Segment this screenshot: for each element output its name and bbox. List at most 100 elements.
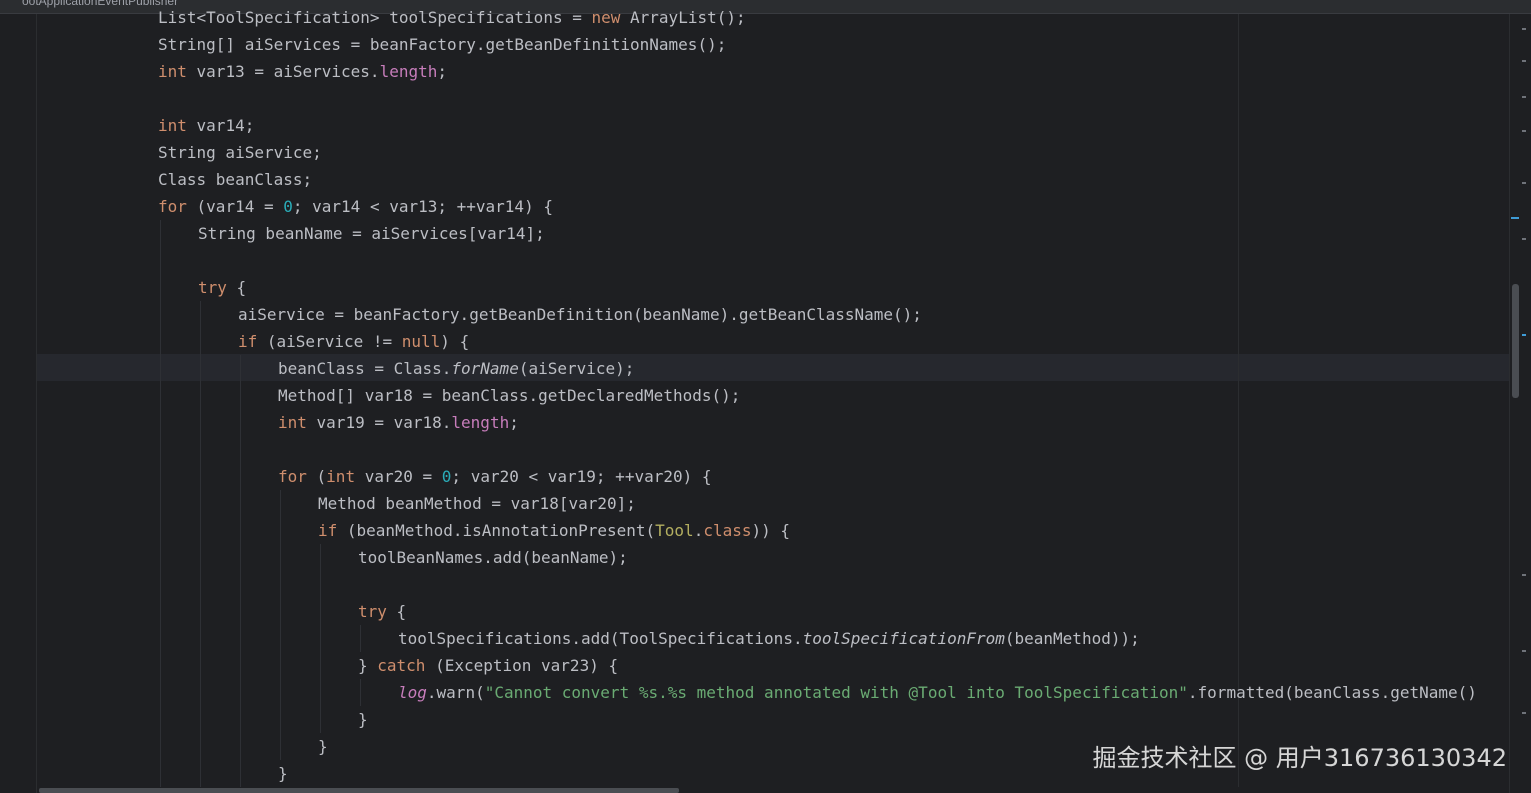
code-token: ; [437, 62, 447, 81]
code-line[interactable]: int var19 = var18.length; [278, 409, 519, 436]
code-token: toolSpecifications.add(ToolSpecification… [398, 629, 803, 648]
code-token: var14; [186, 116, 255, 135]
code-editor[interactable]: List<ToolSpecification> toolSpecificatio… [37, 0, 1509, 793]
code-token: var13 = aiServices. [186, 62, 380, 81]
code-token: null [401, 332, 441, 351]
code-token: (aiService); [518, 359, 635, 378]
code-line[interactable]: toolBeanNames.add(beanName); [358, 544, 628, 571]
code-line[interactable]: List<ToolSpecification> toolSpecificatio… [158, 4, 746, 31]
ide-window: ootApplicationEventPublisher List<ToolSp… [0, 0, 1531, 793]
code-token: .warn( [426, 683, 485, 702]
code-token: List<ToolSpecification> toolSpecificatio… [158, 8, 592, 27]
code-token: beanClass = Class. [278, 359, 452, 378]
indent-guide [280, 490, 281, 760]
code-token: } [318, 737, 328, 756]
indent-guide [360, 625, 361, 652]
code-line[interactable]: int var13 = aiServices.length; [158, 58, 447, 85]
error-stripe-mark[interactable] [1522, 60, 1526, 62]
code-token: int [326, 467, 356, 486]
watermark: 掘金技术社区 @ 用户316736130342 [1092, 744, 1508, 772]
code-token: try [198, 278, 227, 297]
code-line[interactable]: String beanName = aiServices[var14]; [198, 220, 545, 247]
code-token: toolBeanNames.add(beanName); [358, 548, 628, 567]
code-token: aiService = beanFactory.getBeanDefinitio… [238, 305, 922, 324]
code-line[interactable]: beanClass = Class.forName(aiService); [278, 355, 634, 382]
code-token: var20 = [355, 467, 442, 486]
error-stripe-mark[interactable] [1522, 712, 1526, 714]
code-line[interactable]: Class beanClass; [158, 166, 312, 193]
code-token: if [238, 332, 258, 351]
code-line[interactable]: } [278, 760, 288, 787]
code-token: .formatted(beanClass.getName() [1187, 683, 1477, 702]
code-line[interactable]: log.warn("Cannot convert %s.%s method an… [398, 679, 1477, 706]
code-line[interactable]: } [358, 706, 368, 733]
indent-guide [160, 220, 161, 793]
code-line[interactable]: Method beanMethod = var18[var20]; [318, 490, 636, 517]
caret-marker [1511, 217, 1519, 219]
code-token: (beanMethod.isAnnotationPresent( [337, 521, 656, 540]
error-stripe-mark[interactable] [1522, 130, 1526, 132]
code-token: new [591, 8, 621, 27]
code-token: . [693, 521, 704, 540]
code-token: String aiService; [158, 143, 322, 162]
vertical-scrollbar[interactable] [1509, 14, 1531, 793]
code-line[interactable]: try { [358, 598, 406, 625]
code-line[interactable]: String[] aiServices = beanFactory.getBea… [158, 31, 726, 58]
code-token: var19 = var18. [306, 413, 452, 432]
error-stripe-mark[interactable] [1522, 334, 1526, 336]
code-token: ArrayList(); [620, 8, 746, 27]
code-token: for [158, 197, 187, 216]
code-token: "Cannot convert %s.%s method annotated w… [484, 683, 1188, 702]
code-token: class [703, 521, 752, 540]
code-token: (beanMethod)); [1004, 629, 1140, 648]
code-token: ; [509, 413, 519, 432]
code-line[interactable]: for (var14 = 0; var14 < var13; ++var14) … [158, 193, 553, 220]
code-line[interactable]: if (aiService != null) { [238, 328, 469, 355]
code-token: length [451, 413, 510, 432]
code-token: int [278, 413, 307, 432]
code-token: Method beanMethod = var18[var20]; [318, 494, 636, 513]
code-line[interactable]: int var14; [158, 112, 254, 139]
code-token: Class beanClass; [158, 170, 313, 189]
code-line[interactable]: try { [198, 274, 246, 301]
code-token: 0 [283, 197, 293, 216]
code-token: { [386, 602, 407, 621]
right-margin-guide [1238, 14, 1239, 793]
code-token: int [158, 62, 187, 81]
error-stripe-mark[interactable] [1522, 96, 1526, 98]
code-line[interactable]: } [318, 733, 328, 760]
code-token: ; var20 < var19; ++var20) { [451, 467, 712, 486]
code-line[interactable]: toolSpecifications.add(ToolSpecification… [398, 625, 1140, 652]
error-stripe-mark[interactable] [1522, 574, 1526, 576]
code-token: (var14 = [186, 197, 284, 216]
code-token: Tool [655, 521, 694, 540]
code-token: log [398, 683, 427, 702]
code-token: try [358, 602, 387, 621]
code-token: )) { [751, 521, 791, 540]
code-token: toolSpecificationFrom [802, 629, 1005, 648]
horizontal-scrollbar-thumb[interactable] [39, 788, 679, 793]
error-stripe-mark[interactable] [1522, 650, 1526, 652]
vertical-scrollbar-thumb[interactable] [1512, 284, 1519, 398]
code-token: ; var14 < var13; ++var14) { [292, 197, 553, 216]
indent-guide [200, 301, 201, 793]
code-token: catch [377, 656, 426, 675]
error-stripe-mark[interactable] [1522, 238, 1526, 240]
code-token: ) { [440, 332, 470, 351]
line-gutter[interactable] [0, 14, 37, 793]
code-line[interactable]: aiService = beanFactory.getBeanDefinitio… [238, 301, 922, 328]
code-token: } [278, 764, 288, 783]
code-line[interactable]: if (beanMethod.isAnnotationPresent(Tool.… [318, 517, 790, 544]
code-line[interactable]: String aiService; [158, 139, 322, 166]
code-line[interactable]: } catch (Exception var23) { [358, 652, 618, 679]
indent-guide [320, 544, 321, 733]
code-token: } [358, 710, 368, 729]
code-line[interactable]: Method[] var18 = beanClass.getDeclaredMe… [278, 382, 740, 409]
error-stripe-mark[interactable] [1522, 28, 1526, 30]
code-token: int [158, 116, 187, 135]
code-token: { [226, 278, 247, 297]
error-stripe-mark[interactable] [1522, 182, 1526, 184]
code-token: (Exception var23) { [425, 656, 619, 675]
code-token: } [358, 656, 378, 675]
code-line[interactable]: for (int var20 = 0; var20 < var19; ++var… [278, 463, 712, 490]
